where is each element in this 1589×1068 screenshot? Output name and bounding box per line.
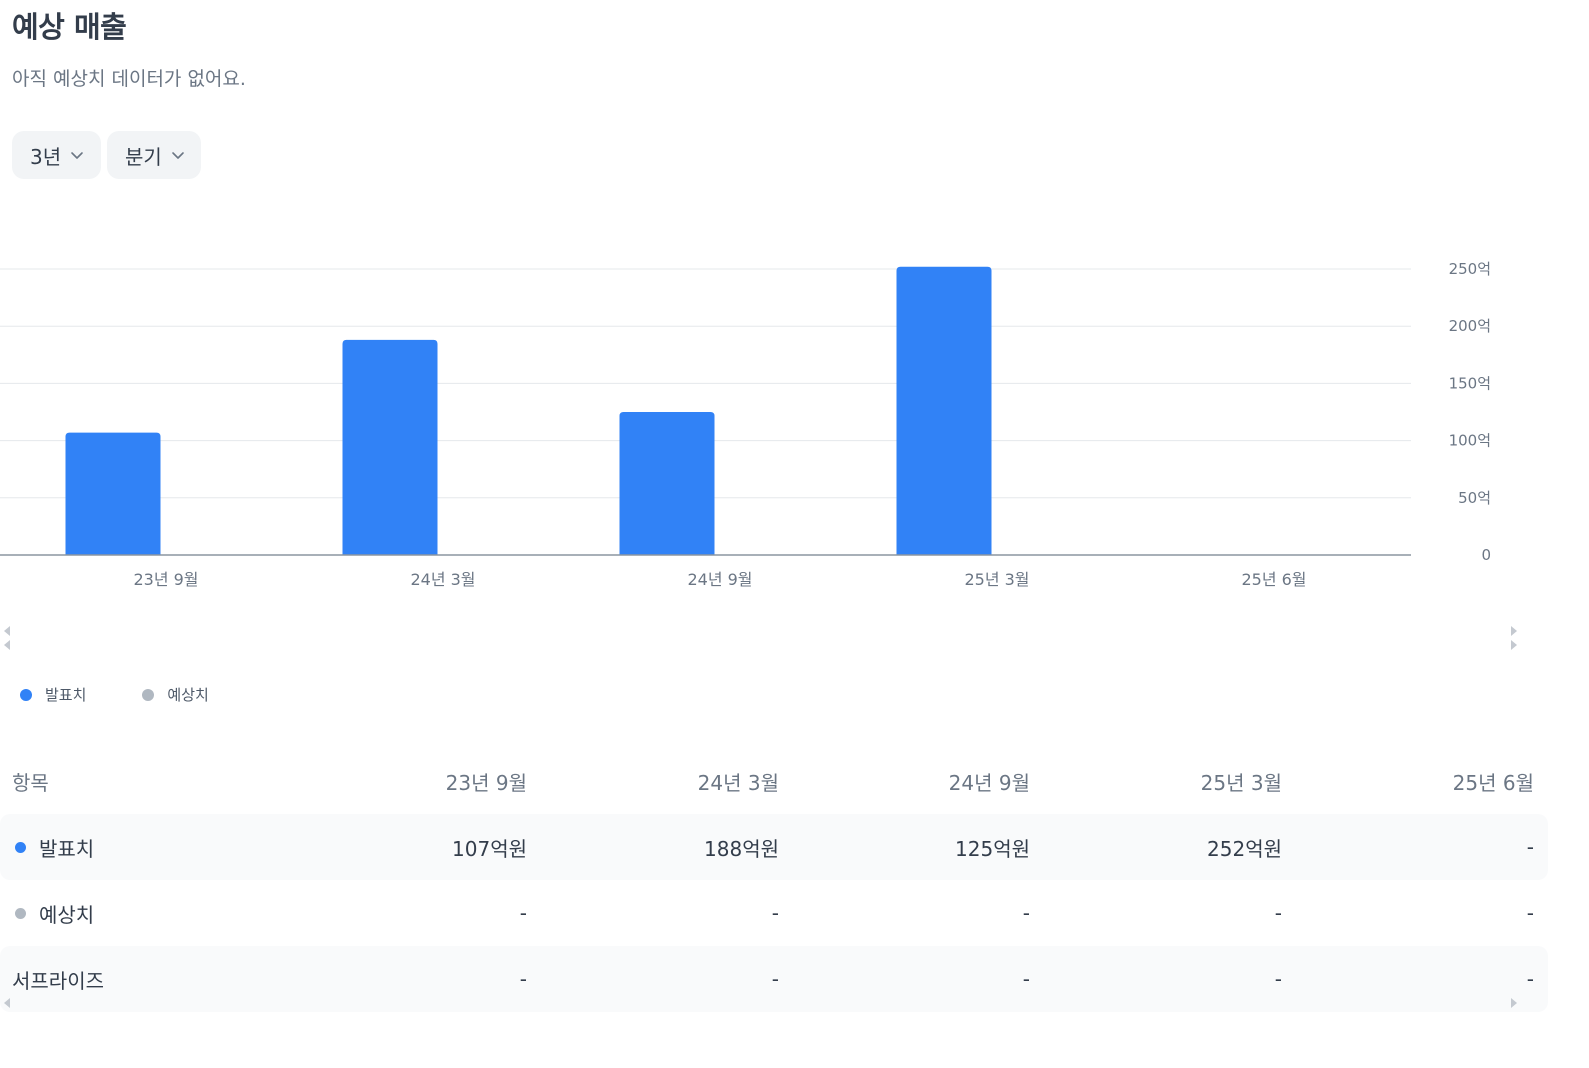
table-cell: 125억원 xyxy=(955,836,1030,861)
table-cell: 252억원 xyxy=(1207,836,1282,861)
revenue-table: 항목 23년 9월 24년 3월 24년 9월 25년 3월 25년 6월 발표… xyxy=(0,748,1548,1012)
table-scroll-left-icon[interactable] xyxy=(4,998,10,1008)
x-tick-label: 25년 6월 xyxy=(1241,570,1306,589)
table-row-reported: 발표치 107억원 188억원 125억원 252억원 - xyxy=(0,814,1548,880)
legend-item-reported[interactable]: 발표치 xyxy=(20,684,86,705)
chart-scroll-right-icon[interactable] xyxy=(1511,640,1517,650)
table-cell: - xyxy=(1526,967,1534,991)
chart-scroll-left-icon[interactable] xyxy=(4,640,10,650)
legend-label: 예상치 xyxy=(167,686,209,704)
table-column-header: 25년 3월 xyxy=(1200,770,1282,795)
table-row-label: 예상치 xyxy=(12,880,94,946)
bar-reported xyxy=(619,412,715,555)
revenue-bar-chart: 0 50억 100억 150억 200억 250억 23년 9월 24년 3월 24년 9월 25… xyxy=(0,260,1491,589)
table-cell: - xyxy=(1022,967,1030,991)
y-tick-label: 0 xyxy=(1481,546,1491,564)
period-dropdown-label: 3년 xyxy=(30,144,62,169)
table-cell: - xyxy=(1526,835,1534,859)
legend-item-estimate[interactable]: 예상치 xyxy=(142,684,209,705)
x-tick-label: 25년 3월 xyxy=(964,570,1029,589)
chevron-down-icon xyxy=(172,152,184,159)
table-column-header: 24년 3월 xyxy=(697,770,779,795)
unit-dropdown-label: 분기 xyxy=(125,144,162,169)
table-header-label: 항목 xyxy=(12,770,49,795)
table-header-row: 항목 23년 9월 24년 3월 24년 9월 25년 3월 25년 6월 xyxy=(0,748,1548,814)
table-cell: - xyxy=(771,967,779,991)
table-scroll-right-icon[interactable] xyxy=(1511,998,1517,1008)
table-cell: - xyxy=(1022,901,1030,925)
y-tick-label: 100억 xyxy=(1449,432,1491,450)
x-tick-label: 24년 3월 xyxy=(410,570,475,589)
table-cell: - xyxy=(1274,901,1282,925)
reported-dot xyxy=(15,841,26,853)
x-tick-label: 24년 9월 xyxy=(687,570,752,589)
legend-label: 발표치 xyxy=(45,686,87,704)
table-row-label: 서프라이즈 xyxy=(12,968,104,993)
period-dropdown[interactable]: 3년 xyxy=(12,131,101,179)
y-tick-label: 50억 xyxy=(1458,489,1491,507)
legend-dot-estimate xyxy=(142,688,155,701)
y-tick-label: 200억 xyxy=(1449,317,1491,335)
chevron-down-icon xyxy=(71,152,83,159)
page-title: 예상 매출 xyxy=(12,10,127,44)
unit-dropdown[interactable]: 분기 xyxy=(107,131,201,179)
table-column-header: 24년 9월 xyxy=(948,770,1030,795)
table-cell: - xyxy=(519,967,527,991)
chart-scroll-right-icon[interactable] xyxy=(1511,626,1517,636)
legend-dot-reported xyxy=(20,688,32,701)
table-column-header: 23년 9월 xyxy=(445,770,527,795)
chart-scroll-left-icon[interactable] xyxy=(4,626,10,636)
y-tick-label: 150억 xyxy=(1449,374,1491,392)
table-cell: - xyxy=(1526,901,1534,925)
table-row-surprise: 서프라이즈 - - - - - xyxy=(0,946,1548,1012)
page-subtitle: 아직 예상치 데이터가 없어요. xyxy=(12,68,246,90)
table-row-label-text: 발표치 xyxy=(39,836,95,861)
table-cell: 188억원 xyxy=(704,836,779,861)
table-row-label-text: 예상치 xyxy=(39,902,95,927)
table-cell: - xyxy=(519,901,527,925)
table-cell: - xyxy=(1274,967,1282,991)
table-row-label: 발표치 xyxy=(12,814,94,880)
table-cell: 107억원 xyxy=(452,836,527,861)
chart-legend: 발표치 예상치 xyxy=(20,684,265,705)
bar-reported xyxy=(896,266,992,555)
bar-reported xyxy=(65,432,161,555)
y-tick-label: 250억 xyxy=(1449,260,1491,278)
table-cell: - xyxy=(771,901,779,925)
x-tick-label: 23년 9월 xyxy=(133,570,198,589)
table-column-header: 25년 6월 xyxy=(1452,770,1534,795)
table-row-estimate: 예상치 - - - - - xyxy=(0,880,1548,946)
estimate-dot xyxy=(15,907,26,919)
bar-reported xyxy=(342,339,438,555)
